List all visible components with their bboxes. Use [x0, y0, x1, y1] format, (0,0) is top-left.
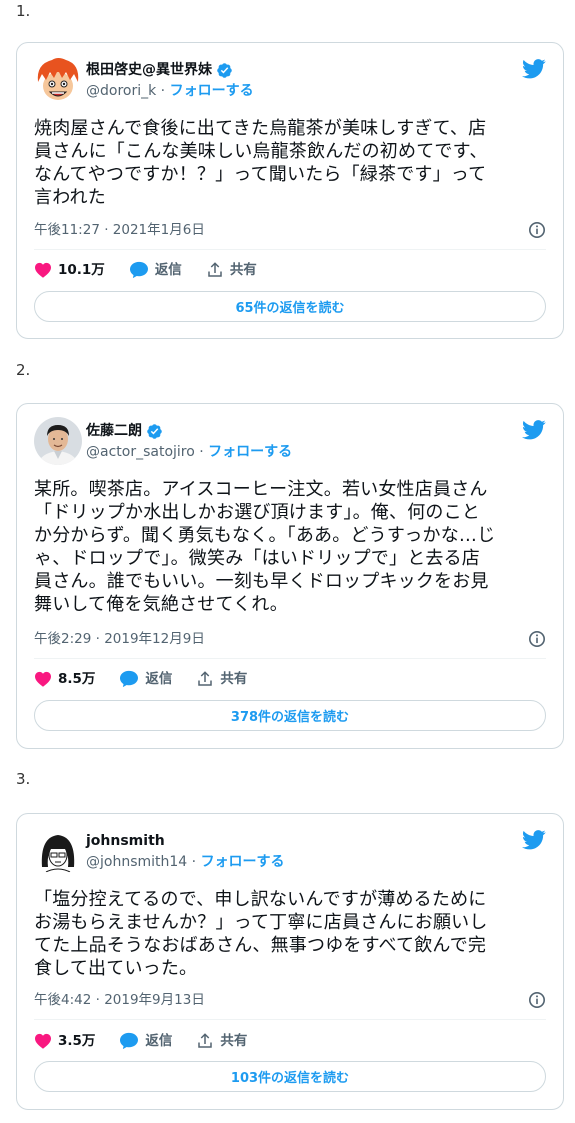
info-icon[interactable] — [528, 221, 546, 239]
share-button[interactable]: 共有 — [196, 1032, 247, 1050]
verified-badge-icon — [217, 63, 232, 78]
timestamp[interactable]: 午後2:29 · 2019年12月9日 — [34, 631, 205, 648]
handle[interactable]: @johnsmith14 — [86, 854, 187, 870]
twitter-bird-icon[interactable] — [522, 420, 546, 440]
twitter-bird-icon[interactable] — [522, 59, 546, 79]
info-icon[interactable] — [528, 630, 546, 648]
twitter-bird-icon[interactable] — [522, 830, 546, 850]
tweet-number: 3. — [16, 770, 31, 788]
action-bar: 10.1万 返信 共有 — [34, 261, 281, 279]
reply-bubble-icon — [120, 670, 139, 688]
display-name[interactable]: 佐藤二朗 — [86, 423, 163, 440]
tweet-card[interactable]: 佐藤二朗 @actor_satojiro · フォローする 某所。喫茶店。アイス… — [16, 403, 564, 749]
share-label: 共有 — [220, 1032, 248, 1049]
sketch-avatar-icon[interactable] — [34, 827, 82, 875]
read-replies-button[interactable]: 378件の返信を読む — [34, 700, 546, 731]
tweet-card[interactable]: johnsmith @johnsmith14 · フォローする 「塩分控えてるの… — [16, 813, 564, 1110]
action-bar: 3.5万 返信 共有 — [34, 1032, 271, 1050]
heart-icon — [35, 262, 51, 278]
tweet-number: 2. — [16, 361, 31, 379]
action-bar: 8.5万 返信 共有 — [34, 670, 271, 688]
read-replies-button[interactable]: 103件の返信を読む — [34, 1061, 546, 1092]
timestamp[interactable]: 午後4:42 · 2019年9月13日 — [34, 992, 205, 1009]
share-button[interactable]: 共有 — [196, 670, 247, 688]
handle-row: @johnsmith14 · フォローする — [86, 854, 285, 871]
share-label: 共有 — [229, 261, 257, 278]
handle[interactable]: @dorori_k — [86, 83, 156, 99]
like-count: 8.5万 — [58, 670, 96, 687]
display-name-text[interactable]: johnsmith — [86, 833, 165, 850]
reply-button[interactable]: 返信 — [119, 1032, 172, 1050]
display-name[interactable]: 根田啓史@異世界妹 — [86, 62, 233, 79]
cartoon-avatar-icon[interactable] — [34, 56, 82, 104]
tweet-text: 某所。喫茶店。アイスコーヒー注文。若い女性店員さん 「ドリップか水出しかお選び頂… — [34, 479, 496, 615]
reply-label: 返信 — [145, 670, 173, 687]
separator-dot: · — [160, 83, 170, 99]
display-name[interactable]: johnsmith — [86, 833, 165, 850]
share-icon — [198, 671, 213, 686]
handle-row: @dorori_k · フォローする — [86, 83, 254, 100]
follow-button[interactable]: フォローする — [201, 854, 285, 870]
like-button[interactable]: 10.1万 — [34, 262, 105, 279]
divider — [34, 658, 546, 659]
reply-label: 返信 — [145, 1032, 173, 1049]
timestamp[interactable]: 午後11:27 · 2021年1月6日 — [34, 222, 205, 239]
reply-label: 返信 — [154, 261, 182, 278]
separator-dot: · — [199, 444, 209, 460]
separator-dot: · — [191, 854, 201, 870]
like-count: 10.1万 — [58, 261, 105, 278]
handle-row: @actor_satojiro · フォローする — [86, 444, 292, 461]
follow-button[interactable]: フォローする — [208, 444, 292, 460]
reply-bubble-icon — [129, 261, 148, 279]
share-icon — [208, 262, 222, 277]
tweet-number: 1. — [16, 2, 31, 20]
handle[interactable]: @actor_satojiro — [86, 444, 195, 460]
verified-badge-icon — [147, 424, 162, 439]
follow-button[interactable]: フォローする — [170, 83, 254, 99]
tweet-card[interactable]: 根田啓史@異世界妹 @dorori_k · フォローする 焼肉屋さんで食後に出て… — [16, 42, 564, 339]
divider — [34, 1019, 546, 1020]
display-name-text[interactable]: 佐藤二朗 — [86, 423, 142, 440]
tweet-text: 焼肉屋さんで食後に出てきた烏龍茶が美味しすぎて、店 員さんに「こんな美味しい烏龍… — [34, 118, 488, 208]
like-button[interactable]: 3.5万 — [34, 1033, 95, 1050]
heart-icon — [35, 671, 51, 687]
display-name-text[interactable]: 根田啓史@異世界妹 — [86, 62, 212, 79]
like-button[interactable]: 8.5万 — [34, 671, 95, 688]
reply-bubble-icon — [120, 1032, 139, 1050]
tweet-text: 「塩分控えてるので、申し訳ないんですが薄めるために お湯もらえませんか？」って丁… — [34, 889, 488, 979]
like-count: 3.5万 — [58, 1032, 96, 1049]
divider — [34, 249, 546, 250]
share-label: 共有 — [220, 670, 248, 687]
photo-avatar-icon[interactable] — [34, 417, 82, 465]
reply-button[interactable]: 返信 — [119, 670, 172, 688]
read-replies-button[interactable]: 65件の返信を読む — [34, 291, 546, 322]
share-icon — [198, 1033, 213, 1048]
reply-button[interactable]: 返信 — [129, 261, 182, 279]
heart-icon — [35, 1033, 51, 1049]
info-icon[interactable] — [528, 991, 546, 1009]
share-button[interactable]: 共有 — [206, 261, 257, 279]
